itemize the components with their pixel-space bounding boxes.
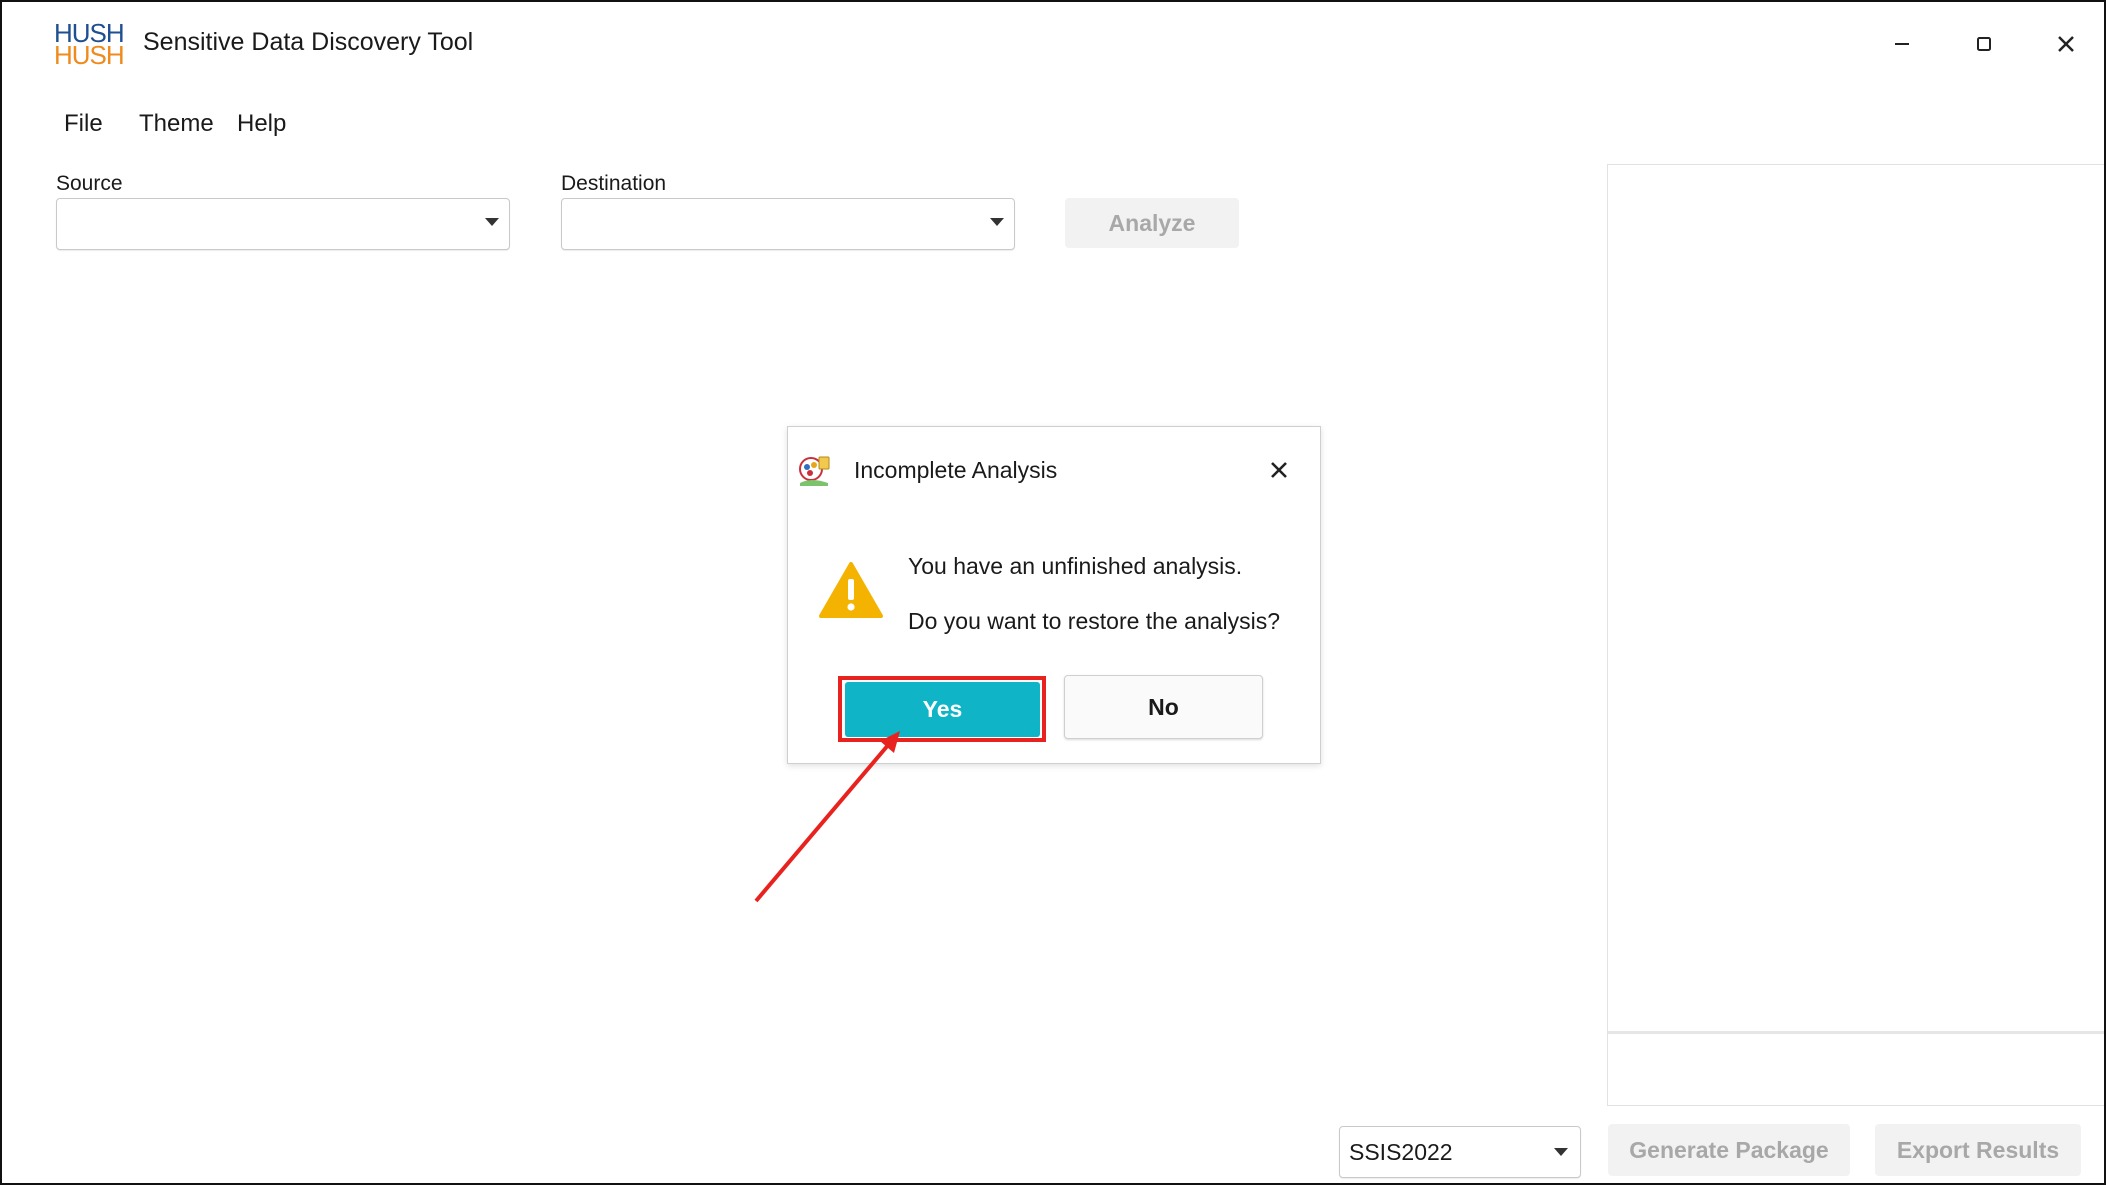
menu-file[interactable]: File	[64, 110, 103, 138]
dialog-close-button[interactable]	[1264, 455, 1294, 485]
destination-label: Destination	[561, 172, 667, 195]
app-title: Sensitive Data Discovery Tool	[143, 28, 474, 56]
logo-line-2: HUSH	[54, 40, 125, 70]
chevron-down-icon	[990, 218, 1004, 226]
analyze-button[interactable]: Analyze	[1065, 198, 1239, 248]
generate-package-button[interactable]: Generate Package	[1608, 1124, 1850, 1176]
app-window: HUSH HUSH Sensitive Data Discovery Tool …	[0, 0, 2106, 1185]
maximize-button[interactable]	[1964, 24, 2004, 64]
chevron-down-icon	[485, 218, 499, 226]
minimize-icon	[1895, 43, 1909, 45]
close-window-button[interactable]	[2046, 24, 2086, 64]
dialog-title: Incomplete Analysis	[854, 457, 1058, 483]
no-button[interactable]: No	[1064, 675, 1263, 739]
hushhush-logo: HUSH HUSH	[54, 20, 125, 70]
chevron-down-icon	[1554, 1148, 1568, 1156]
menu-theme[interactable]: Theme	[139, 110, 214, 138]
dialog-message-line-1: You have an unfinished analysis.	[908, 553, 1243, 579]
app-icon	[799, 456, 830, 486]
ssis-version-dropdown[interactable]: SSIS2022	[1339, 1126, 1581, 1178]
destination-dropdown[interactable]	[561, 198, 1015, 250]
results-panel	[1607, 164, 2104, 1106]
source-dropdown[interactable]	[56, 198, 510, 250]
dialog-message-line-2: Do you want to restore the analysis?	[908, 608, 1281, 634]
ssis-version-value: SSIS2022	[1349, 1139, 1453, 1165]
close-icon	[2058, 36, 2074, 52]
source-label: Source	[56, 172, 123, 195]
menu-help[interactable]: Help	[237, 110, 286, 138]
minimize-button[interactable]	[1882, 24, 1922, 64]
warning-icon	[819, 562, 883, 618]
yes-button[interactable]: Yes	[845, 682, 1040, 737]
maximize-icon	[1977, 37, 1991, 51]
close-icon	[1271, 462, 1287, 478]
export-results-button[interactable]: Export Results	[1875, 1124, 2081, 1176]
panel-divider	[1608, 1031, 2104, 1034]
incomplete-analysis-dialog: Incomplete Analysis You have an unfinish…	[787, 426, 1321, 764]
